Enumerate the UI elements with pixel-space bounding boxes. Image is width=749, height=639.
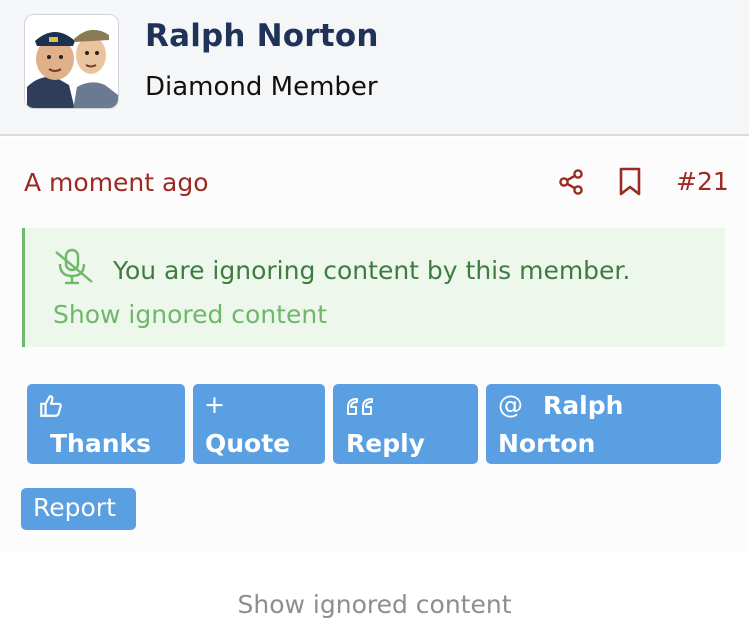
report-label: Report [33,493,116,522]
post-container: A moment ago #21 You are ignoring conten… [0,138,749,552]
post-number-link[interactable]: #21 [676,167,729,196]
thanks-button[interactable]: Thanks [27,384,185,464]
mention-label-line1: Ralph [543,391,624,420]
thanks-label: Thanks [50,429,152,458]
footer-show-ignored-link[interactable]: Show ignored content [0,590,749,619]
quote-button[interactable]: + Quote [193,384,325,464]
share-icon[interactable] [557,168,585,196]
thumbs-up-icon [40,395,62,417]
quote-marks-icon [347,398,373,415]
show-ignored-content-link[interactable]: Show ignored content [53,300,327,329]
post-timestamp[interactable]: A moment ago [24,168,209,197]
mention-button[interactable]: @ Ralph Norton [486,384,721,464]
mute-icon [55,248,93,285]
member-title: Diamond Member [145,72,378,102]
quote-label: Quote [205,429,291,458]
plus-icon: + [204,390,225,419]
mention-label-line2: Norton [498,429,596,458]
member-header: Ralph Norton Diamond Member [0,0,749,136]
avatar[interactable] [24,14,119,109]
report-button[interactable]: Report [21,488,136,530]
ignored-message: You are ignoring content by this member. [113,256,631,285]
bookmark-icon[interactable] [618,167,642,197]
member-name[interactable]: Ralph Norton [145,18,379,54]
reply-label: Reply [346,429,425,458]
reply-button[interactable]: Reply [333,384,478,464]
at-icon: @ [498,390,523,419]
ignored-content-notice: You are ignoring content by this member.… [22,228,725,347]
